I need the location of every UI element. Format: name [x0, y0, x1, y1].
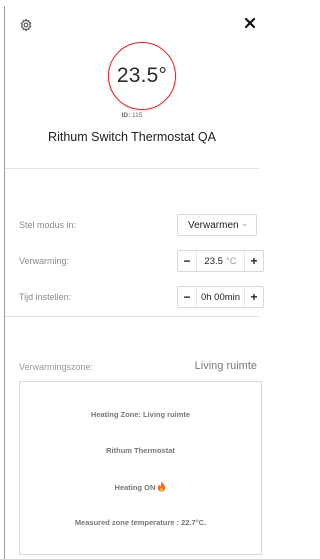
heating-increase-button[interactable]: + — [245, 251, 263, 271]
thermostat-panel: 23.5° ID: 115 Rithum Switch Thermostat Q… — [4, 6, 264, 559]
info-zone: Heating Zone: Living ruimte — [90, 410, 191, 419]
device-id-label: ID: — [121, 112, 131, 119]
time-stepper[interactable]: − 0h 00min + — [177, 286, 264, 308]
time-label: Tijd instellen: — [19, 292, 72, 302]
device-id-value: 115 — [132, 112, 143, 119]
heating-label: Verwarming: — [19, 256, 70, 266]
chevron-down-icon: ⌄ — [241, 219, 248, 228]
temperature-dial: 23.5° — [108, 42, 176, 110]
current-temperature: 23.5° — [116, 64, 168, 87]
close-icon[interactable] — [243, 16, 257, 30]
zone-label: Verwarmingszone: — [19, 362, 94, 372]
mode-select-value: Verwarmen — [188, 219, 239, 231]
time-value[interactable]: 0h 00min — [196, 287, 245, 307]
heating-stepper[interactable]: − 23.5 °C + — [177, 250, 264, 272]
time-increase-button[interactable]: + — [245, 287, 263, 307]
device-name: Rithum Switch Thermostat QA — [48, 130, 216, 144]
heating-status-text: Heating ON — [114, 483, 156, 492]
info-measured-temperature: Measured zone temperature : 22.7°C. — [74, 518, 207, 527]
mode-select[interactable]: Verwarmen ⌄ — [177, 214, 257, 236]
heating-decrease-button[interactable]: − — [178, 251, 196, 271]
info-thermostat: Rithum Thermostat — [106, 446, 175, 455]
flame-icon — [157, 481, 166, 492]
zone-info-box: Heating Zone: Living ruimte Rithum Therm… — [19, 381, 262, 555]
divider — [5, 316, 259, 317]
heating-unit: °C — [225, 255, 237, 267]
time-decrease-button[interactable]: − — [178, 287, 196, 307]
device-id: ID: 115 — [5, 112, 259, 119]
heating-value[interactable]: 23.5 °C — [196, 251, 245, 271]
info-heating-status: Heating ON — [20, 481, 261, 492]
gear-icon[interactable] — [19, 18, 33, 32]
heating-value-number: 23.5 — [204, 255, 223, 267]
mode-label: Stel modus in: — [19, 220, 77, 230]
divider — [5, 168, 259, 169]
zone-value: Living ruimte — [194, 360, 257, 372]
